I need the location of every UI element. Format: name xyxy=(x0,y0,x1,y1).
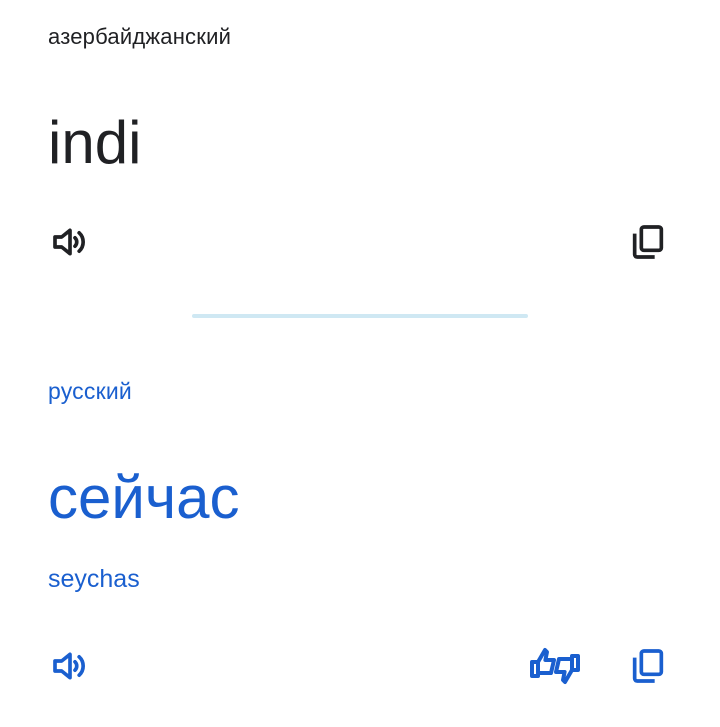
target-copy-button[interactable] xyxy=(624,642,672,690)
volume-icon xyxy=(53,652,85,680)
source-text: indi xyxy=(48,109,142,176)
source-copy-button[interactable] xyxy=(624,218,672,266)
source-listen-button[interactable] xyxy=(46,218,94,266)
target-language-label: русский xyxy=(48,378,132,404)
section-divider xyxy=(192,314,528,318)
copy-icon xyxy=(632,225,664,259)
thumbs-rate-icon xyxy=(530,648,580,684)
translated-text: сейчас xyxy=(48,464,240,531)
volume-icon xyxy=(53,228,85,256)
source-language-label: азербайджанский xyxy=(48,24,232,49)
transliteration-text: seychas xyxy=(48,565,140,593)
copy-icon xyxy=(632,649,664,683)
target-listen-button[interactable] xyxy=(46,642,94,690)
rate-translation-button[interactable] xyxy=(528,642,582,690)
